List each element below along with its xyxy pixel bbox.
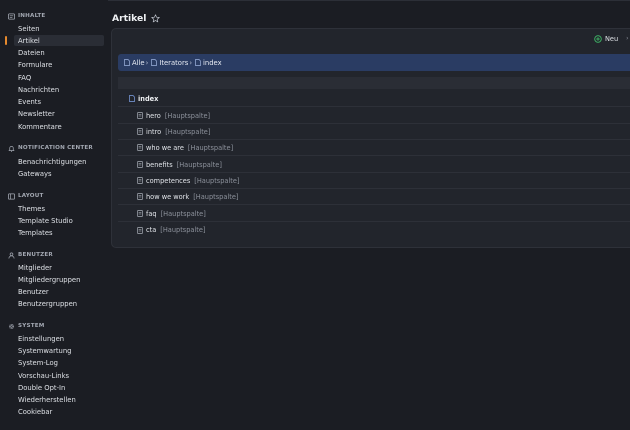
sidebar-item-faq[interactable]: FAQ [14, 72, 104, 83]
page-icon [129, 95, 135, 102]
list-item[interactable]: benefits [Hauptspalte] [118, 157, 630, 173]
sidebar-item-cookiebar[interactable]: Cookiebar [14, 406, 104, 417]
item-column: [Hauptspalte] [194, 176, 240, 185]
sidebar-item-gateways[interactable]: Gateways [14, 168, 104, 179]
breadcrumb-item-alle[interactable]: Alle [124, 59, 145, 67]
list-item[interactable]: intro [Hauptspalte] [118, 124, 630, 140]
list-header [118, 77, 630, 89]
page-title-bar: Artikel [112, 11, 161, 25]
breadcrumb: Alle › Iterators › index [118, 54, 630, 71]
sidebar-item-wiederherstellen[interactable]: Wiederherstellen [14, 394, 104, 405]
article-icon [137, 177, 143, 184]
sidebar-item-mitgliedergruppen[interactable]: Mitgliedergruppen [14, 274, 104, 285]
sidebar-item-themes[interactable]: Themes [14, 203, 104, 214]
tree-root-label: index [138, 94, 159, 103]
item-name: competences [146, 176, 191, 185]
breadcrumb-label: Iterators [159, 58, 189, 67]
plus-circle-icon [594, 34, 602, 43]
section-title: INHALTE [18, 13, 46, 19]
item-name: faq [146, 209, 157, 218]
item-column: [Hauptspalte] [187, 143, 234, 152]
content-icon [8, 12, 15, 20]
article-icon [137, 226, 143, 234]
sidebar-item-newsletter[interactable]: Newsletter [14, 108, 104, 119]
sidebar-item-mitglieder[interactable]: Mitglieder [14, 262, 104, 273]
page-title: Artikel [112, 12, 147, 24]
tree-root-row[interactable]: index [118, 91, 630, 107]
breadcrumb-label: Alle [132, 58, 145, 67]
section-benutzer-header[interactable]: BENUTZER [8, 250, 53, 260]
article-icon [137, 112, 143, 119]
item-name: who we are [146, 143, 184, 152]
new-button[interactable]: Neu › [594, 33, 629, 44]
page-icon [195, 59, 201, 66]
sidebar-item-system-log[interactable]: System-Log [14, 357, 104, 368]
sidebar-item-nachrichten[interactable]: Nachrichten [14, 84, 104, 95]
list-item[interactable]: hero [Hauptspalte] [118, 108, 630, 124]
sidebar-item-seiten[interactable]: Seiten [14, 23, 104, 34]
breadcrumb-separator: › [145, 58, 149, 67]
article-icon [137, 161, 143, 168]
item-name: hero [146, 111, 161, 120]
sidebar: INHALTE Seiten Artikel Dateien Formulare… [0, 0, 108, 430]
list-item[interactable]: cta [Hauptspalte] [118, 222, 630, 238]
sidebar-item-benutzergruppen[interactable]: Benutzergruppen [14, 298, 104, 309]
item-name: cta [146, 226, 157, 234]
sidebar-item-einstellungen[interactable]: Einstellungen [14, 333, 104, 344]
article-icon [137, 193, 143, 200]
section-title: NOTIFICATION CENTER [18, 145, 93, 151]
bell-icon [8, 145, 15, 152]
breadcrumb-item-index[interactable]: index [195, 59, 222, 67]
item-column: [Hauptspalte] [160, 209, 206, 218]
item-column: [Hauptspalte] [160, 226, 206, 234]
item-name: intro [146, 127, 162, 136]
sidebar-item-kommentare[interactable]: Kommentare [14, 121, 104, 132]
sidebar-item-benutzer[interactable]: Benutzer [14, 286, 104, 297]
section-title: BENUTZER [18, 252, 53, 258]
item-column: [Hauptspalte] [164, 111, 211, 120]
section-title: LAYOUT [18, 193, 44, 199]
sidebar-item-vorschau-links[interactable]: Vorschau-Links [14, 370, 104, 381]
star-outline-icon[interactable] [151, 13, 161, 23]
article-icon [137, 210, 143, 217]
layout-icon [8, 192, 15, 200]
sidebar-item-events[interactable]: Events [14, 96, 104, 107]
sidebar-item-systemwartung[interactable]: Systemwartung [14, 345, 104, 356]
page-icon [124, 59, 130, 66]
gear-icon [9, 323, 14, 329]
list-item[interactable]: who we are [Hauptspalte] [118, 140, 630, 156]
active-item-indicator [5, 36, 7, 45]
sidebar-item-double-opt-in[interactable]: Double Opt-In [14, 382, 104, 393]
item-name: benefits [146, 160, 173, 169]
sidebar-item-benachrichtigungen[interactable]: Benachrichtigungen [14, 156, 104, 167]
section-system-header[interactable]: SYSTEM [8, 321, 45, 331]
sidebar-item-formulare[interactable]: Formulare [14, 59, 104, 70]
list-item[interactable]: how we work [Hauptspalte] [118, 189, 630, 205]
sidebar-item-template-studio[interactable]: Template Studio [14, 215, 104, 226]
breadcrumb-separator: › [189, 58, 193, 67]
section-title: SYSTEM [18, 323, 45, 329]
breadcrumb-item-iterators[interactable]: Iterators [151, 59, 188, 67]
item-name: how we work [146, 192, 190, 201]
item-column: [Hauptspalte] [176, 160, 222, 169]
section-inhalte-header[interactable]: INHALTE [8, 11, 45, 21]
list-item[interactable]: competences [Hauptspalte] [118, 173, 630, 189]
sidebar-item-artikel[interactable]: Artikel [14, 35, 104, 46]
user-icon [8, 252, 15, 259]
article-icon [137, 128, 143, 135]
article-icon [137, 144, 143, 151]
section-notification-center-header[interactable]: NOTIFICATION CENTER [8, 143, 93, 153]
sidebar-item-dateien[interactable]: Dateien [14, 47, 104, 58]
breadcrumb-label: index [203, 58, 222, 67]
new-button-label: Neu [605, 34, 619, 43]
section-layout-header[interactable]: LAYOUT [8, 191, 44, 201]
item-column: [Hauptspalte] [193, 192, 239, 201]
list-item[interactable]: faq [Hauptspalte] [118, 206, 630, 222]
sidebar-item-templates[interactable]: Templates [14, 227, 104, 238]
item-column: [Hauptspalte] [165, 127, 211, 136]
page-icon [151, 59, 158, 66]
chevron-right-icon[interactable]: › [626, 35, 628, 42]
